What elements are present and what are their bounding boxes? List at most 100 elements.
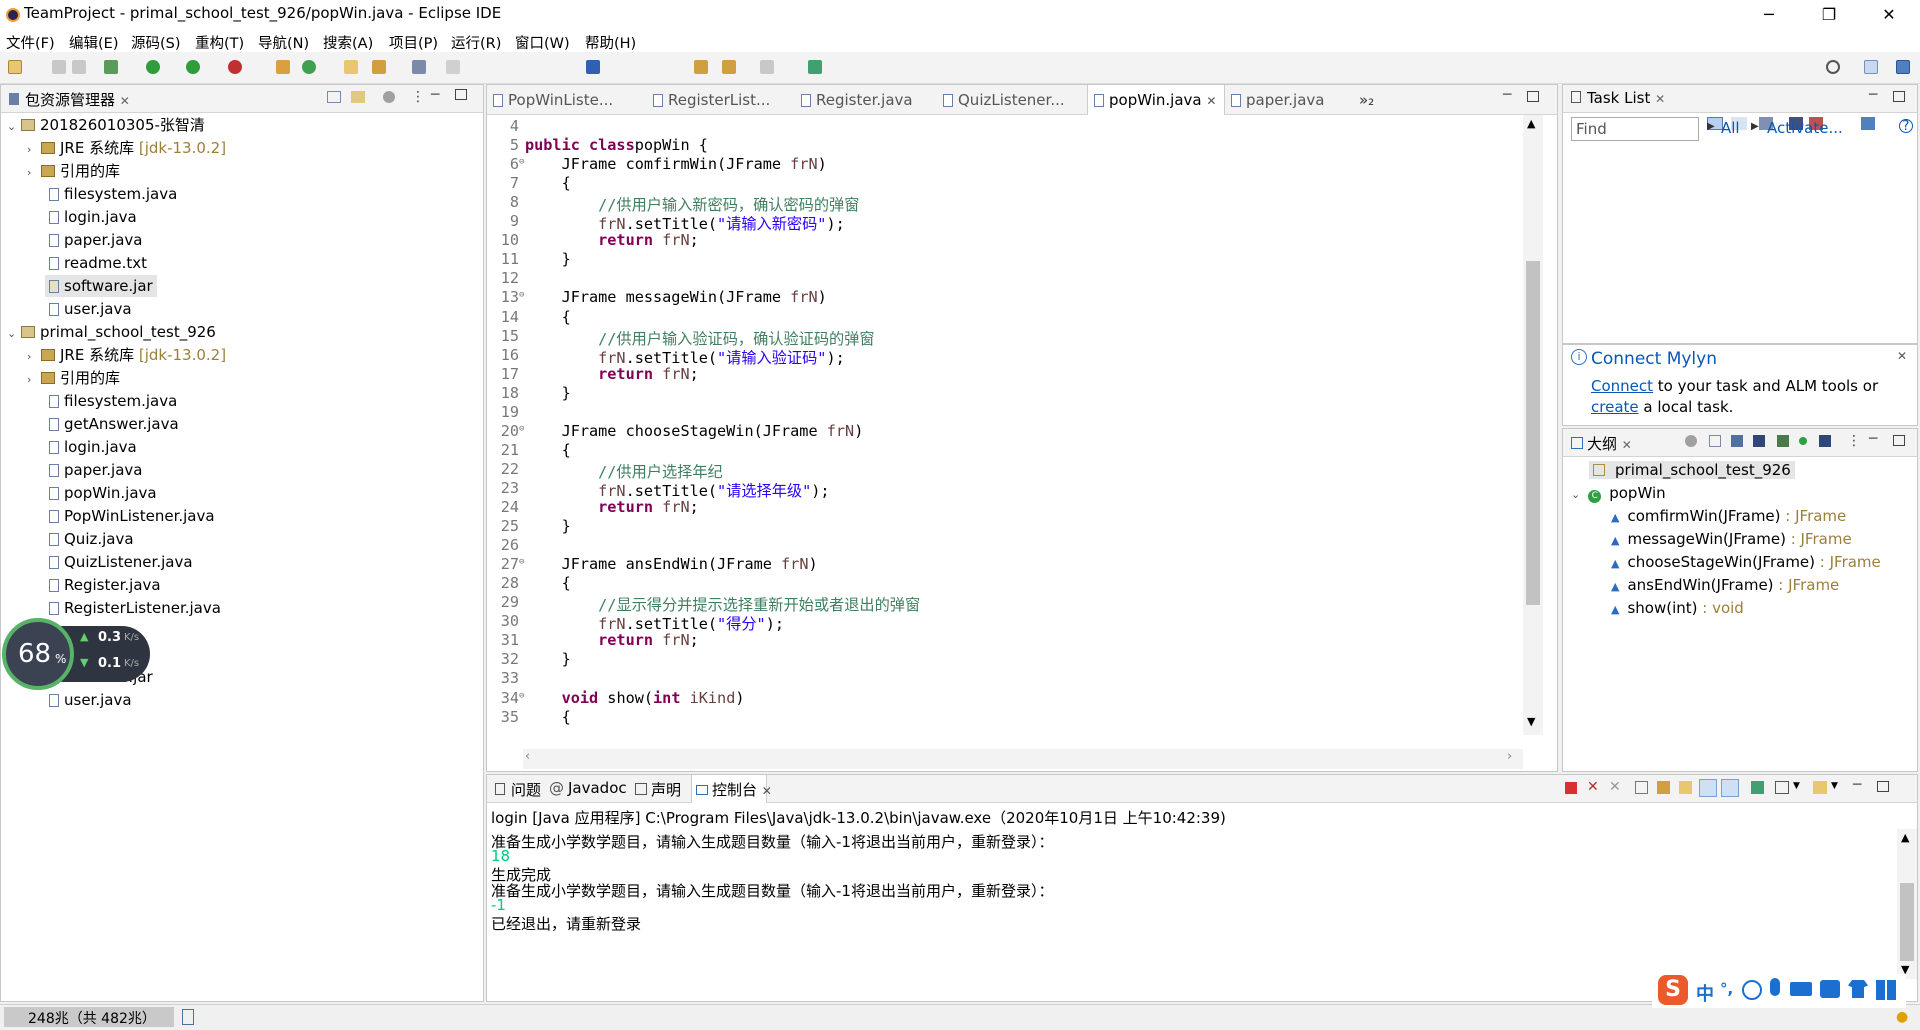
menu-file[interactable]: 文件(F) xyxy=(6,32,55,53)
scroll-up-icon[interactable]: ▲ xyxy=(1901,831,1909,844)
restore-button[interactable]: ❐ xyxy=(1806,2,1852,28)
editor-tab-active[interactable]: popWin.java ✕ xyxy=(1087,85,1225,115)
help-icon[interactable]: ? xyxy=(1899,119,1913,133)
minimize-view-icon[interactable]: ─ xyxy=(1503,87,1511,103)
create-link[interactable]: create xyxy=(1591,398,1639,416)
tree-file[interactable]: Register.java xyxy=(49,574,161,596)
outline-package[interactable]: primal_school_test_926 xyxy=(1589,461,1795,479)
outline-method[interactable]: ▲ ansEndWin(JFrame) : JFrame xyxy=(1611,576,1839,594)
minimize-view-icon[interactable]: ─ xyxy=(1869,87,1877,103)
search-icon[interactable] xyxy=(1826,60,1840,74)
emoji-icon[interactable] xyxy=(1742,980,1762,1000)
all-link[interactable]: All xyxy=(1721,119,1740,137)
fold-toggle-icon[interactable]: ⊖ xyxy=(519,424,524,434)
toggle-mark-icon[interactable] xyxy=(586,60,600,74)
menu-window[interactable]: 窗口(W) xyxy=(515,32,570,53)
minimize-button[interactable]: ─ xyxy=(1746,2,1792,28)
scroll-up-icon[interactable]: ▲ xyxy=(1527,117,1535,130)
tree-file[interactable]: paper.java xyxy=(49,229,142,251)
connect-link[interactable]: Connect xyxy=(1591,377,1653,395)
fold-toggle-icon[interactable]: ⊖ xyxy=(519,290,524,300)
tree-file[interactable]: Quiz.java xyxy=(49,528,134,550)
forward-icon[interactable] xyxy=(760,60,774,74)
tree-file[interactable]: popWin.java xyxy=(49,482,157,504)
menu-navigate[interactable]: 导航(N) xyxy=(258,32,309,53)
close-tab-icon[interactable]: ✕ xyxy=(762,784,772,798)
chevron-right-icon[interactable]: › xyxy=(27,139,41,161)
open-type-icon[interactable] xyxy=(344,60,358,74)
link-editor-icon[interactable] xyxy=(351,91,365,103)
chevron-down-icon[interactable]: ▼ xyxy=(1793,781,1800,791)
scroll-left-icon[interactable]: ‹ xyxy=(525,749,530,764)
pin-editor-icon[interactable] xyxy=(808,60,822,74)
tree-libs-1[interactable]: › 引用的库 xyxy=(27,160,120,182)
filter-icon[interactable] xyxy=(383,91,395,103)
garbage-collect-icon[interactable] xyxy=(182,1009,194,1025)
view-menu-icon[interactable]: ⋮ xyxy=(1847,433,1861,449)
editor-tab[interactable]: RegisterList... xyxy=(653,91,770,109)
chevron-right-icon[interactable]: › xyxy=(27,369,41,391)
menu-refactor[interactable]: 重构(T) xyxy=(195,32,244,53)
pin-console-icon[interactable] xyxy=(1751,781,1764,794)
hide-nonpublic-icon[interactable] xyxy=(1777,435,1789,447)
maximize-view-icon[interactable] xyxy=(455,89,467,100)
external-tools-icon[interactable] xyxy=(228,60,242,74)
sogou-logo[interactable]: S xyxy=(1658,975,1688,1005)
tree-file[interactable]: PopWinListener.java xyxy=(49,505,215,527)
sync-icon[interactable] xyxy=(1861,117,1875,130)
tab-problems[interactable]: 问题 xyxy=(495,779,541,800)
scroll-down-icon[interactable]: ▼ xyxy=(1527,715,1535,728)
chevron-down-icon[interactable]: ⌄ xyxy=(7,116,21,138)
tree-jre-1[interactable]: › JRE 系统库 [jdk-13.0.2] xyxy=(27,137,226,159)
tree-file[interactable]: QuizListener.java xyxy=(49,551,193,573)
heap-status[interactable]: 248兆（共 482兆） xyxy=(4,1007,174,1027)
search-tool-icon[interactable] xyxy=(412,60,426,74)
menu-search[interactable]: 搜索(A) xyxy=(323,32,373,53)
chevron-down-icon[interactable]: ⌄ xyxy=(7,323,21,345)
link-with-editor-icon[interactable] xyxy=(1819,435,1831,447)
tree-project-2[interactable]: ⌄ primal_school_test_926 xyxy=(7,321,216,343)
prev-edit-icon[interactable] xyxy=(722,60,736,74)
maximize-view-icon[interactable] xyxy=(1893,435,1905,446)
outline-class[interactable]: ⌄ CpopWin xyxy=(1571,484,1666,503)
tree-file-selected[interactable]: software.jar xyxy=(45,275,157,297)
tree-file[interactable]: user.java xyxy=(49,298,132,320)
java-perspective-icon[interactable] xyxy=(1896,60,1910,74)
code-editor[interactable]: 4 5 public classpopWin {6 ⊖ JFrame comfirmW… xyxy=(489,115,1523,755)
terminate-icon[interactable] xyxy=(1565,782,1577,794)
close-tab-icon[interactable]: ✕ xyxy=(1206,94,1216,108)
close-tab-icon[interactable]: ✕ xyxy=(120,94,130,108)
tree-file[interactable]: login.java xyxy=(49,206,137,228)
hide-local-types-icon[interactable] xyxy=(1799,437,1807,445)
remove-launch-icon[interactable]: ✕ xyxy=(1587,779,1599,795)
tree-jre-2[interactable]: › JRE 系统库 [jdk-13.0.2] xyxy=(27,344,226,366)
maximize-view-icon[interactable] xyxy=(1527,91,1539,102)
back-icon[interactable] xyxy=(694,60,708,74)
menu-source[interactable]: 源码(S) xyxy=(131,32,181,53)
console-vertical-scrollbar[interactable]: ▲ ▼ xyxy=(1897,829,1917,979)
new-class-icon[interactable] xyxy=(302,60,316,74)
fold-toggle-icon[interactable]: ⊖ xyxy=(519,691,524,701)
tree-file[interactable]: filesystem.java xyxy=(49,183,177,205)
menu-run[interactable]: 运行(R) xyxy=(451,32,501,53)
scroll-lock-icon[interactable] xyxy=(1657,781,1670,794)
minimize-view-icon[interactable]: ─ xyxy=(1869,431,1877,447)
microphone-icon[interactable] xyxy=(1770,978,1780,996)
open-perspective-icon[interactable] xyxy=(1864,60,1878,74)
editor-vertical-scrollbar[interactable]: ▲ ▼ xyxy=(1523,115,1543,735)
hide-fields-icon[interactable] xyxy=(1731,435,1743,447)
new-icon[interactable] xyxy=(8,60,22,74)
hide-static-icon[interactable] xyxy=(1753,435,1765,447)
coverage-icon[interactable] xyxy=(186,60,200,74)
tab-javadoc[interactable]: @ Javadoc xyxy=(549,779,627,797)
maximize-view-icon[interactable] xyxy=(1877,781,1889,792)
network-speed-widget[interactable]: 68 % ▲ 0.3 K/s ▼ 0.1 K/s xyxy=(2,618,150,690)
close-icon[interactable]: ✕ xyxy=(1897,349,1907,363)
menu-edit[interactable]: 编辑(E) xyxy=(69,32,118,53)
debug-icon[interactable] xyxy=(104,60,118,74)
fold-toggle-icon[interactable]: ⊖ xyxy=(519,557,524,567)
display-console-icon[interactable] xyxy=(1775,781,1789,794)
ime-punct[interactable]: °, xyxy=(1720,980,1733,998)
outline-tab[interactable]: 大纲 ✕ xyxy=(1571,433,1632,454)
package-explorer-tab[interactable]: 包资源管理器 ✕ xyxy=(9,89,130,110)
